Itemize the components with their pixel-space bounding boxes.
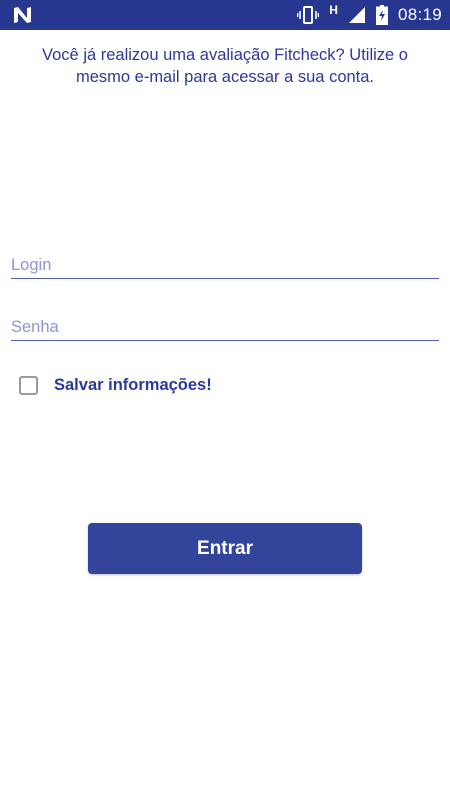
remember-label[interactable]: Salvar informações! <box>54 376 212 395</box>
battery-icon <box>375 5 388 25</box>
notification-n-icon <box>14 7 31 23</box>
vibrate-icon <box>297 6 320 24</box>
login-button[interactable]: Entrar <box>88 523 362 574</box>
status-bar: H 08:19 <box>0 0 450 30</box>
status-time: 08:19 <box>397 5 442 24</box>
network-type-indicator: H <box>329 3 338 17</box>
login-field[interactable] <box>11 244 439 279</box>
login-input[interactable] <box>11 256 439 275</box>
signal-icon <box>348 7 365 23</box>
password-field[interactable] <box>11 306 439 341</box>
status-icons: H 08:19 <box>297 0 442 30</box>
remember-checkbox[interactable] <box>19 375 38 395</box>
remember-option[interactable]: Salvar informações! <box>19 372 212 398</box>
password-input[interactable] <box>11 318 439 337</box>
intro-text: Você já realizou uma avaliação Fitcheck?… <box>42 46 408 86</box>
